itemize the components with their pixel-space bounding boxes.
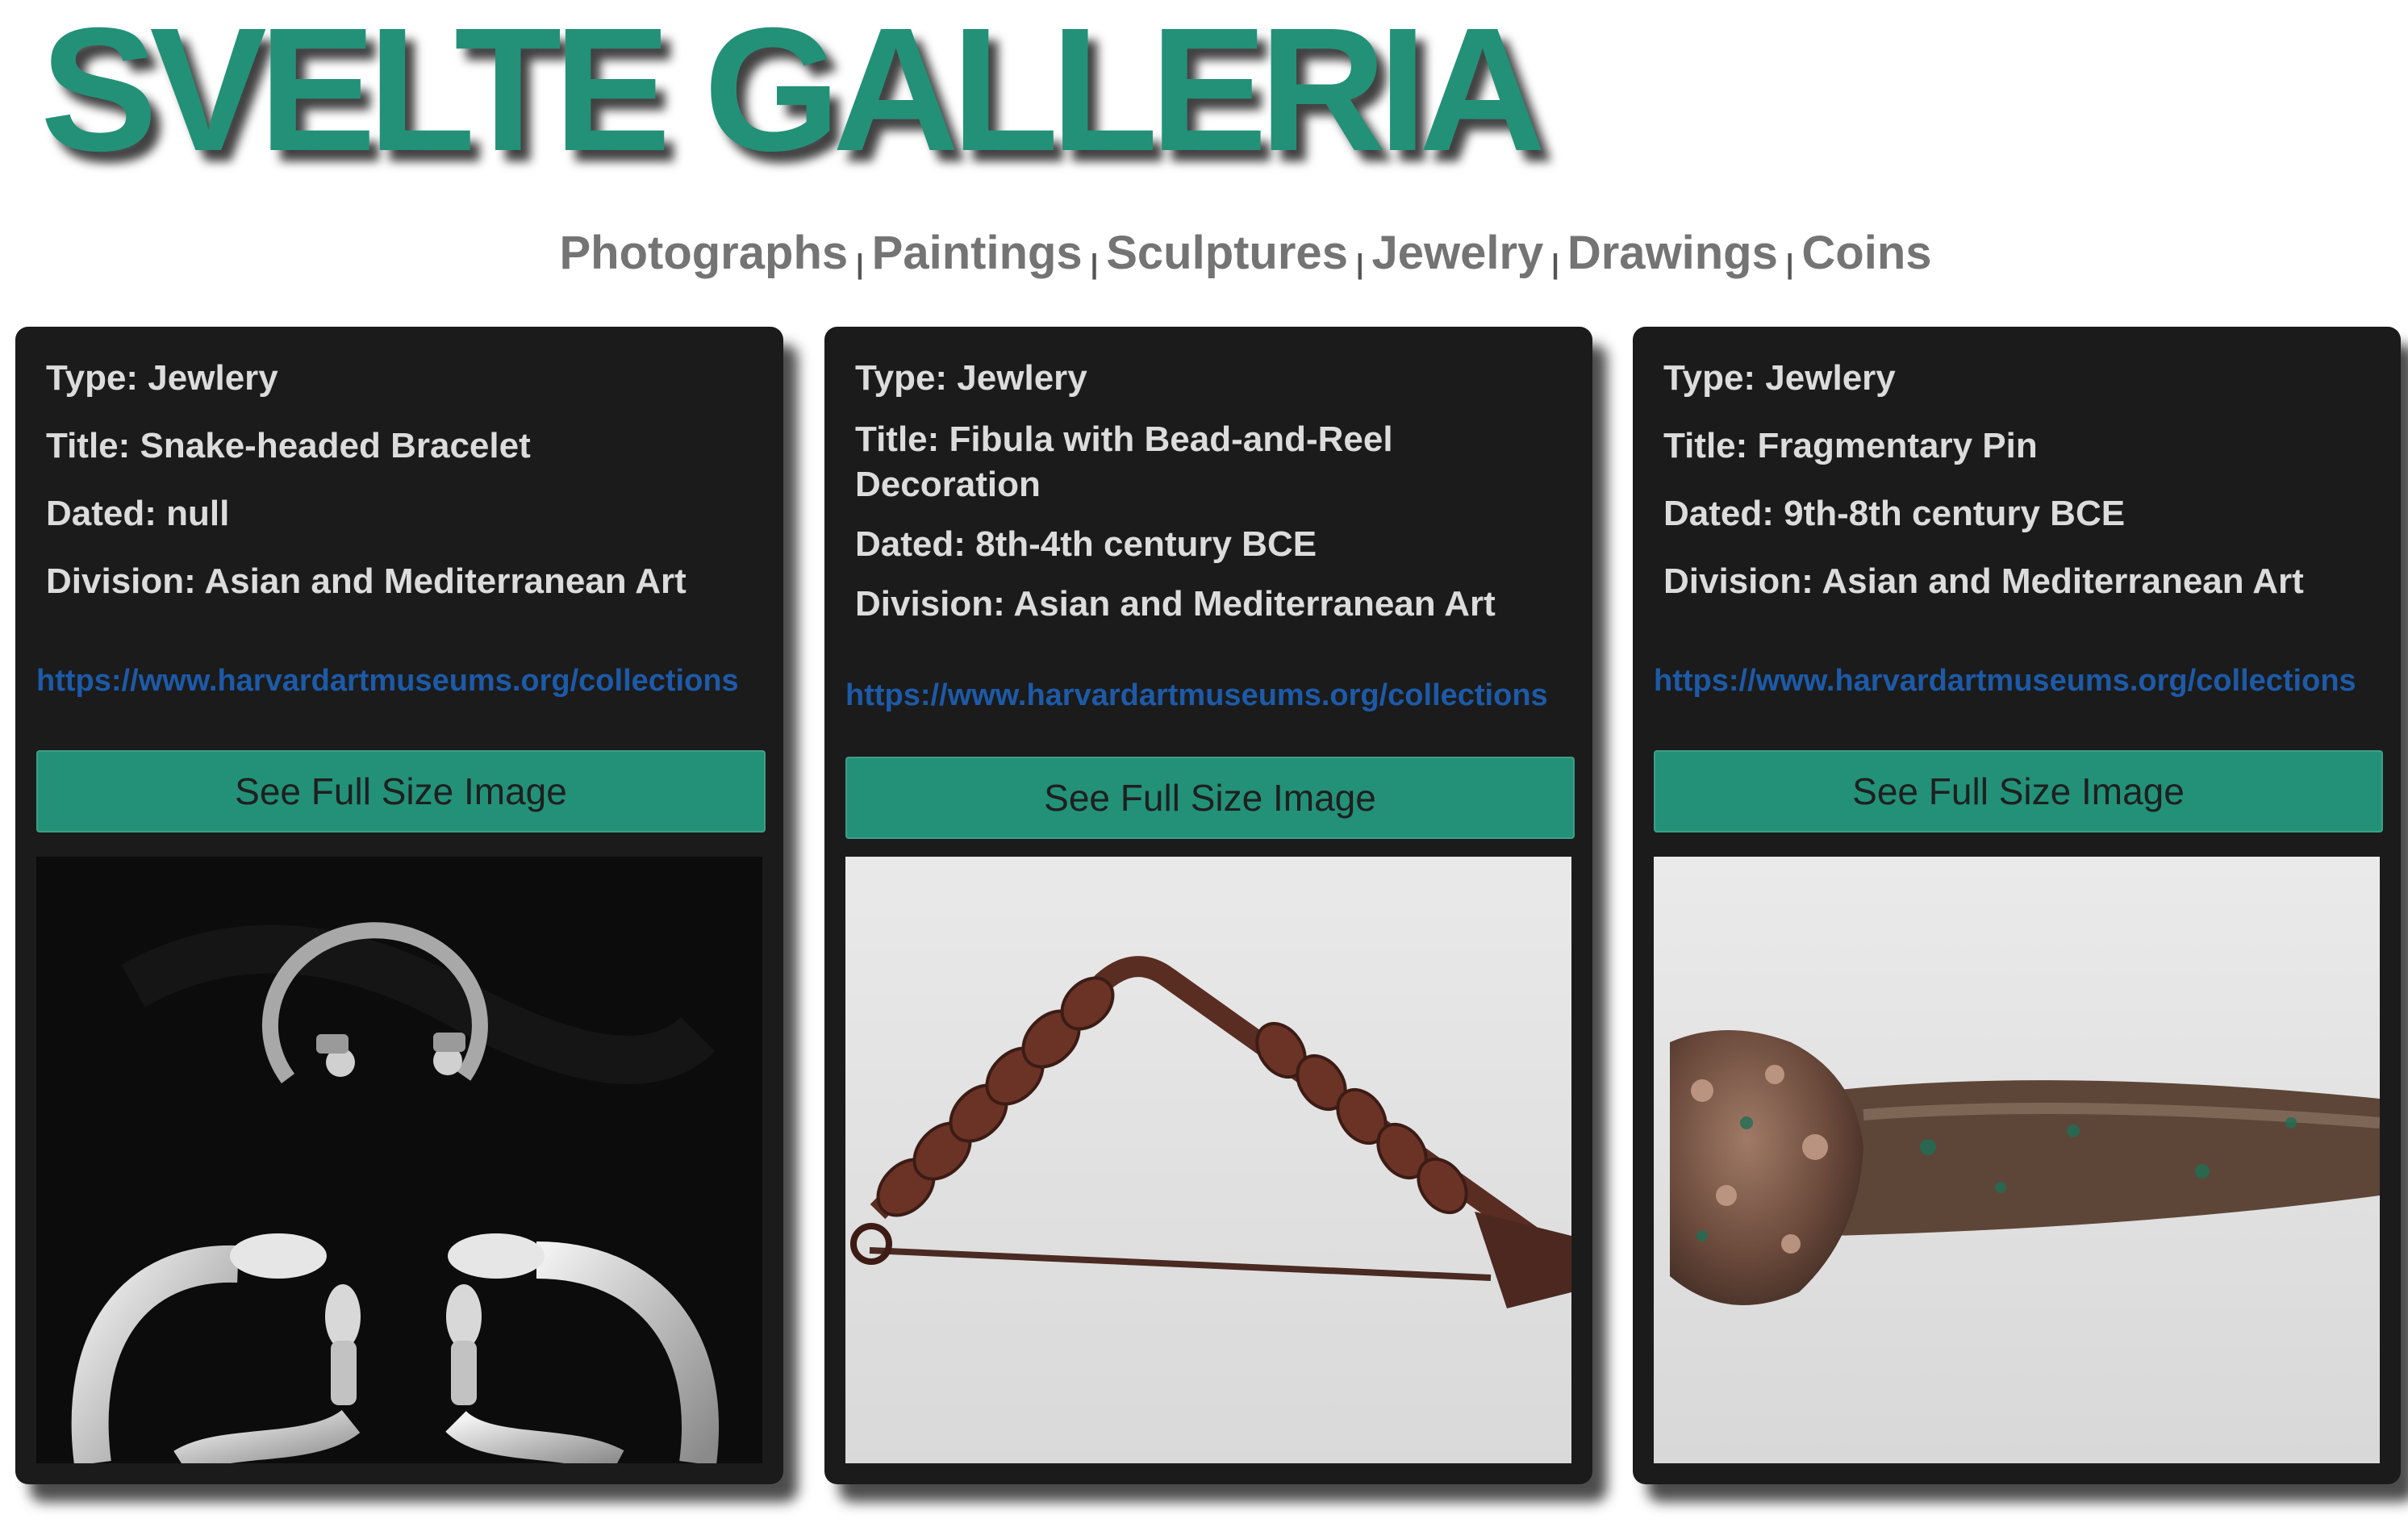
nav-link-coins[interactable]: Coins bbox=[1801, 227, 1931, 279]
artwork-card: Type: Jewlery Title: Fragmentary Pin Dat… bbox=[1633, 327, 2401, 1484]
artwork-image[interactable] bbox=[1654, 857, 2380, 1463]
artwork-card: Type: Jewlery Title: Fibula with Bead-an… bbox=[824, 327, 1592, 1484]
artwork-title: Title: Fibula with Bead-and-Reel Decorat… bbox=[855, 419, 1393, 504]
nav-link-drawings[interactable]: Drawings bbox=[1567, 227, 1778, 279]
see-full-size-image-button[interactable]: See Full Size Image bbox=[845, 757, 1575, 839]
artwork-dated: Dated: 9th-8th century BCE bbox=[1663, 494, 2126, 533]
artwork-info: Type: Jewlery Title: Fragmentary Pin Dat… bbox=[1663, 356, 2377, 604]
artwork-image[interactable] bbox=[845, 857, 1571, 1463]
artwork-title: Title: Snake-headed Bracelet bbox=[46, 426, 531, 465]
nav-separator: | bbox=[1355, 249, 1364, 281]
category-nav: Photographs | Paintings | Sculptures | Jewelry… bbox=[0, 226, 2408, 281]
artwork-division: Division: Asian and Mediterranean Art bbox=[1663, 561, 2304, 601]
nav-separator: | bbox=[1090, 249, 1099, 281]
see-full-size-image-button[interactable]: See Full Size Image bbox=[1654, 750, 2383, 832]
artwork-division: Division: Asian and Mediterranean Art bbox=[855, 584, 1496, 624]
collection-link[interactable]: https://www.harvardartmuseums.org/collec… bbox=[1654, 664, 2396, 699]
artwork-image[interactable] bbox=[36, 857, 762, 1463]
artwork-dated: Dated: null bbox=[46, 494, 230, 533]
nav-link-sculptures[interactable]: Sculptures bbox=[1106, 227, 1348, 279]
nav-separator: | bbox=[1785, 249, 1794, 281]
artwork-type: Type: Jewlery bbox=[855, 358, 1087, 398]
artwork-type: Type: Jewlery bbox=[1663, 358, 1896, 398]
nav-separator: | bbox=[1551, 249, 1559, 281]
artwork-card: Type: Jewlery Title: Snake-headed Bracel… bbox=[15, 327, 783, 1484]
collection-link[interactable]: https://www.harvardartmuseums.org/collec… bbox=[36, 664, 778, 699]
artwork-info: Type: Jewlery Title: Fibula with Bead-an… bbox=[855, 356, 1568, 627]
site-title: SVELTE GALLERIA bbox=[40, 0, 1546, 188]
nav-link-photographs[interactable]: Photographs bbox=[559, 227, 848, 279]
nav-link-jewelry[interactable]: Jewelry bbox=[1371, 227, 1543, 279]
artwork-division: Division: Asian and Mediterranean Art bbox=[46, 561, 687, 601]
artwork-dated: Dated: 8th-4th century BCE bbox=[855, 524, 1317, 564]
artwork-title: Title: Fragmentary Pin bbox=[1663, 426, 2038, 465]
collection-link[interactable]: https://www.harvardartmuseums.org/collec… bbox=[845, 678, 1588, 713]
artwork-type: Type: Jewlery bbox=[46, 358, 278, 398]
nav-separator: | bbox=[856, 249, 864, 281]
see-full-size-image-button[interactable]: See Full Size Image bbox=[36, 750, 766, 832]
artwork-info: Type: Jewlery Title: Snake-headed Bracel… bbox=[46, 356, 759, 604]
nav-link-paintings[interactable]: Paintings bbox=[872, 227, 1083, 279]
